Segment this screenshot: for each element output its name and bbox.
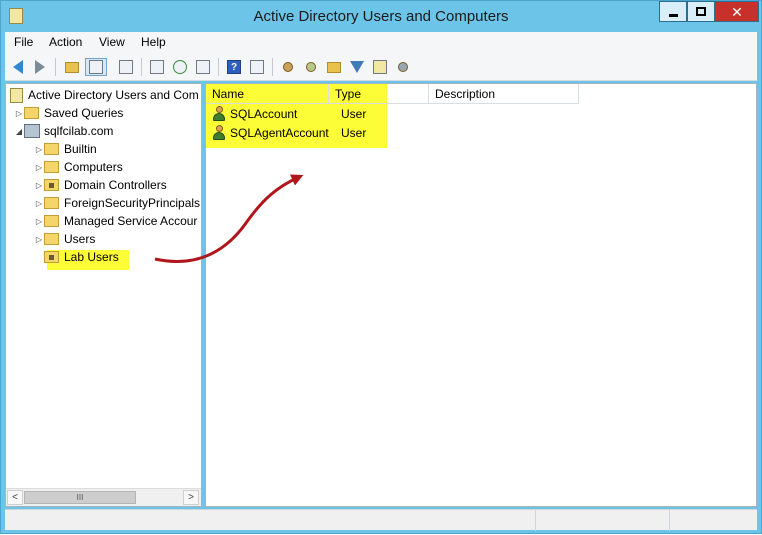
column-description[interactable]: Description — [429, 84, 579, 104]
export-icon[interactable] — [194, 58, 212, 76]
scroll-right-icon[interactable]: > — [183, 490, 199, 505]
user-icon — [212, 125, 226, 140]
toolbar-separator — [218, 58, 219, 76]
maximize-button[interactable] — [687, 1, 715, 22]
expand-icon[interactable]: ▷ — [34, 217, 44, 226]
back-icon[interactable] — [9, 58, 27, 76]
menu-view[interactable]: View — [99, 35, 125, 49]
column-name[interactable]: Name — [206, 84, 329, 104]
up-folder-icon[interactable] — [63, 58, 81, 76]
minimize-button[interactable] — [659, 1, 687, 22]
show-tree-icon[interactable] — [85, 58, 107, 76]
tree-item-builtin[interactable]: ▷ Builtin — [34, 140, 97, 158]
collapse-icon[interactable]: ◢ — [14, 127, 24, 136]
tree-item-managed-service-accounts[interactable]: ▷ Managed Service Accour — [34, 212, 197, 230]
forward-icon[interactable] — [31, 58, 49, 76]
new-user-icon[interactable] — [279, 58, 297, 76]
properties-icon[interactable] — [117, 58, 135, 76]
menu-file[interactable]: File — [14, 35, 33, 49]
tree-root-label: Active Directory Users and Com — [28, 88, 199, 102]
list-row-sqlagentaccount[interactable]: SQLAgentAccount User — [212, 123, 392, 142]
folder-icon — [44, 215, 59, 227]
tree-item-foreign-security-principals[interactable]: ▷ ForeignSecurityPrincipals — [34, 194, 200, 212]
ou-icon — [44, 251, 59, 263]
menu-action[interactable]: Action — [49, 35, 82, 49]
tree-item-users[interactable]: ▷ Users — [34, 230, 95, 248]
tree-item-lab-users[interactable]: Lab Users — [44, 248, 119, 266]
toolbar-separator — [272, 58, 273, 76]
list-row-sqlaccount[interactable]: SQLAccount User — [212, 104, 392, 123]
window-title: Active Directory Users and Computers — [253, 8, 509, 25]
domain-icon — [24, 124, 40, 138]
folder-icon — [44, 233, 59, 245]
status-bar — [5, 509, 757, 531]
toolbar: ? — [5, 53, 757, 81]
row-name: SQLAccount — [230, 106, 298, 121]
status-segment — [669, 510, 757, 531]
expand-icon[interactable]: ▷ — [34, 199, 44, 208]
tree-horizontal-scrollbar[interactable]: < III > — [6, 488, 201, 506]
close-icon: ✕ — [731, 3, 743, 20]
expand-icon[interactable]: ▷ — [34, 235, 44, 244]
row-type: User — [341, 126, 367, 140]
console-tree: Active Directory Users and Com ▷ Saved Q… — [5, 83, 202, 507]
minimize-icon — [668, 14, 678, 17]
scroll-thumb[interactable]: III — [24, 491, 136, 504]
expand-icon[interactable]: ▷ — [34, 145, 44, 154]
column-type[interactable]: Type — [329, 84, 429, 104]
results-list: Name Type Description SQLAccount User SQ… — [205, 83, 757, 507]
new-group-icon[interactable] — [302, 58, 320, 76]
tree-item-saved-queries[interactable]: ▷ Saved Queries — [14, 104, 123, 122]
tree-root[interactable]: Active Directory Users and Com — [10, 86, 199, 104]
title-bar[interactable]: Active Directory Users and Computers ✕ — [1, 1, 761, 31]
tree-item-computers[interactable]: ▷ Computers — [34, 158, 123, 176]
snapin-icon — [10, 87, 23, 103]
row-type: User — [341, 107, 367, 121]
find-icon[interactable] — [371, 58, 389, 76]
folder-icon — [44, 143, 59, 155]
folder-icon — [44, 197, 59, 209]
export-list-icon[interactable] — [148, 58, 166, 76]
expand-icon[interactable]: ▷ — [34, 163, 44, 172]
toolbar-separator — [141, 58, 142, 76]
new-ou-icon[interactable] — [325, 58, 343, 76]
filter-icon[interactable] — [348, 58, 366, 76]
action-pane-icon[interactable] — [248, 58, 266, 76]
status-segment — [535, 510, 669, 531]
expand-icon[interactable]: ▷ — [34, 181, 44, 190]
toolbar-separator — [55, 58, 56, 76]
menu-help[interactable]: Help — [141, 35, 166, 49]
user-icon — [212, 106, 226, 121]
add-to-group-icon[interactable] — [394, 58, 412, 76]
row-name: SQLAgentAccount — [230, 125, 329, 140]
scroll-left-icon[interactable]: < — [7, 490, 23, 505]
menu-bar: File Action View Help — [5, 32, 757, 53]
close-button[interactable]: ✕ — [715, 1, 759, 22]
help-icon[interactable]: ? — [225, 58, 243, 76]
maximize-icon — [696, 7, 706, 16]
tree-item-domain[interactable]: ◢ sqlfcilab.com — [14, 122, 113, 140]
folder-icon — [24, 107, 39, 119]
refresh-icon[interactable] — [171, 58, 189, 76]
app-window: Active Directory Users and Computers ✕ F… — [0, 0, 762, 534]
folder-icon — [44, 161, 59, 173]
expand-icon[interactable]: ▷ — [14, 109, 24, 118]
tree-item-domain-controllers[interactable]: ▷ Domain Controllers — [34, 176, 167, 194]
ou-icon — [44, 179, 59, 191]
